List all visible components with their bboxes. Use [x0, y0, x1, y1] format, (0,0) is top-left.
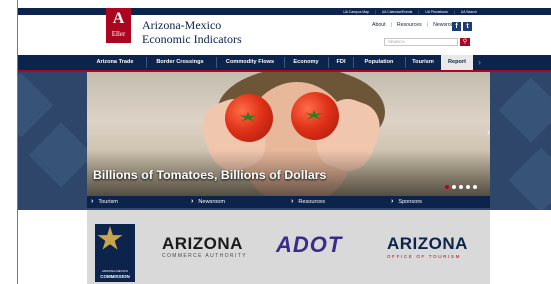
- nav-report[interactable]: Report: [441, 55, 473, 70]
- logo-sub: Eller: [111, 30, 126, 38]
- campus-map-link[interactable]: UA Campus Map: [343, 10, 369, 14]
- aca-subline: COMMERCE AUTHORITY: [162, 253, 247, 259]
- main-nav: Arizona Trade Border Crossings Commodity…: [18, 55, 551, 72]
- university-links: UA Campus Map | UA Calendar/Events | UA …: [343, 8, 477, 15]
- quick-link-sponsors[interactable]: › Sponsors: [391, 196, 422, 208]
- slide-dot-3[interactable]: [459, 185, 463, 189]
- nav-divider: [284, 57, 285, 68]
- logo-letter: A: [112, 10, 125, 27]
- aot-subline: OFFICE OF TOURISM: [387, 254, 461, 259]
- slide-dot-1[interactable]: [445, 185, 449, 189]
- search-icon: ⚲: [462, 39, 468, 45]
- nav-population[interactable]: Population: [357, 55, 401, 70]
- azmc-line1: ARIZONA-MEXICO: [101, 269, 129, 273]
- site-title-line2: Economic Indicators: [142, 31, 242, 46]
- ua-search-link[interactable]: UA Search: [461, 10, 477, 14]
- university-top-bar: UA Campus Map | UA Calendar/Events | UA …: [18, 8, 551, 15]
- quick-links-bar: › Tourism › Newsroom › Resources › Sponsors: [87, 196, 490, 208]
- hero-caption[interactable]: Billions of Tomatoes, Billions of Dollar…: [93, 168, 326, 182]
- about-link[interactable]: About: [372, 22, 386, 28]
- search-input[interactable]: SEARCH: [384, 38, 458, 46]
- aca-wordmark: ARIZONA: [162, 234, 243, 253]
- separator: |: [418, 9, 420, 14]
- chevron-right-icon: ›: [91, 198, 94, 205]
- nav-commodity-flows[interactable]: Commodity Flows: [220, 55, 280, 70]
- arizona-mexico-commission-logo[interactable]: ARIZONA-MEXICO COMMISSION: [95, 224, 135, 282]
- quick-link-resources[interactable]: › Resources: [291, 196, 325, 208]
- nav-divider: [216, 57, 217, 68]
- facebook-icon[interactable]: f: [452, 22, 461, 31]
- quick-link-label: Tourism: [98, 199, 118, 205]
- twitter-icon[interactable]: t: [463, 22, 472, 31]
- nav-economy[interactable]: Economy: [288, 55, 324, 70]
- next-slide-arrow-icon[interactable]: ›: [487, 128, 492, 137]
- nav-divider: [328, 57, 329, 68]
- pattern-diamond: [498, 77, 551, 143]
- nav-divider: [405, 57, 406, 68]
- phonebook-link[interactable]: UA Phonebook: [425, 10, 448, 14]
- quick-link-label: Sponsors: [398, 199, 422, 205]
- slide-indicators: [445, 185, 477, 189]
- search-button[interactable]: ⚲: [460, 38, 470, 46]
- quick-link-label: Newsroom: [198, 199, 226, 205]
- aot-wordmark: ARIZONA: [387, 234, 468, 253]
- resources-link[interactable]: Resources: [397, 22, 422, 28]
- separator: |: [426, 22, 429, 28]
- chevron-right-icon: ›: [291, 198, 294, 205]
- slide-dot-2[interactable]: [452, 185, 456, 189]
- site-title[interactable]: Arizona-Mexico Economic Indicators: [142, 18, 242, 46]
- star-icon: [97, 226, 123, 250]
- nav-divider: [146, 57, 147, 68]
- separator: |: [374, 9, 376, 14]
- site-title-line1: Arizona-Mexico: [142, 18, 222, 32]
- arizona-commerce-authority-logo[interactable]: ARIZONA COMMERCE AUTHORITY: [162, 235, 247, 259]
- slide-dot-4[interactable]: [466, 185, 470, 189]
- nav-fdi[interactable]: FDI: [332, 55, 350, 70]
- quick-link-newsroom[interactable]: › Newsroom: [191, 196, 225, 208]
- chevron-right-icon: ›: [191, 198, 194, 205]
- slide-dot-5[interactable]: [473, 185, 477, 189]
- separator: |: [453, 9, 455, 14]
- header-links: About | Resources | Newsroom: [372, 22, 458, 28]
- nav-tourism[interactable]: Tourism: [408, 55, 438, 70]
- arizona-office-of-tourism-logo[interactable]: ARIZONA OFFICE OF TOURISM: [387, 235, 468, 259]
- adot-logo[interactable]: ADOT: [276, 233, 342, 257]
- calendar-link[interactable]: UA Calendar/Events: [382, 10, 413, 14]
- nav-divider: [353, 57, 354, 68]
- pattern-diamond: [18, 72, 54, 138]
- pattern-diamond: [508, 147, 551, 210]
- separator: |: [390, 22, 392, 28]
- sponsors-strip: ARIZONA-MEXICO COMMISSION ARIZONA COMMER…: [87, 210, 490, 284]
- nav-arizona-trade[interactable]: Arizona Trade: [88, 55, 142, 70]
- eller-logo[interactable]: A Eller: [106, 8, 131, 43]
- nav-more-chevron-icon[interactable]: ›: [478, 55, 481, 70]
- social-links: f t: [452, 22, 472, 31]
- chevron-right-icon: ›: [391, 198, 394, 205]
- quick-link-tourism[interactable]: › Tourism: [91, 196, 118, 208]
- quick-link-label: Resources: [298, 199, 326, 205]
- azmc-line2: COMMISSION: [100, 274, 130, 279]
- nav-border-crossings[interactable]: Border Crossings: [150, 55, 210, 70]
- pattern-diamond: [28, 122, 94, 188]
